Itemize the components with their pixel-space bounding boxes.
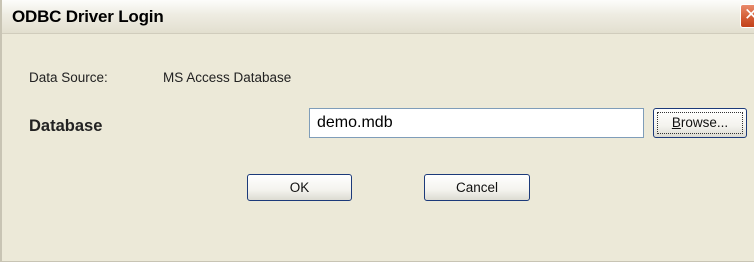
focus-ring	[657, 112, 743, 134]
title-bar[interactable]: ODBC Driver Login ✕	[2, 0, 754, 34]
odbc-driver-login-dialog: ODBC Driver Login ✕ Data Source: MS Acce…	[0, 0, 754, 262]
close-icon: ✕	[744, 5, 754, 25]
data-source-value: MS Access Database	[163, 70, 292, 85]
cancel-button[interactable]: Cancel	[424, 174, 530, 201]
close-button[interactable]: ✕	[740, 4, 754, 28]
window-title: ODBC Driver Login	[12, 7, 164, 26]
database-input[interactable]	[309, 108, 644, 138]
database-label: Database	[29, 117, 103, 135]
data-source-label: Data Source:	[29, 70, 108, 85]
browse-button[interactable]: Browse...	[653, 108, 747, 138]
ok-button[interactable]: OK	[247, 174, 352, 201]
